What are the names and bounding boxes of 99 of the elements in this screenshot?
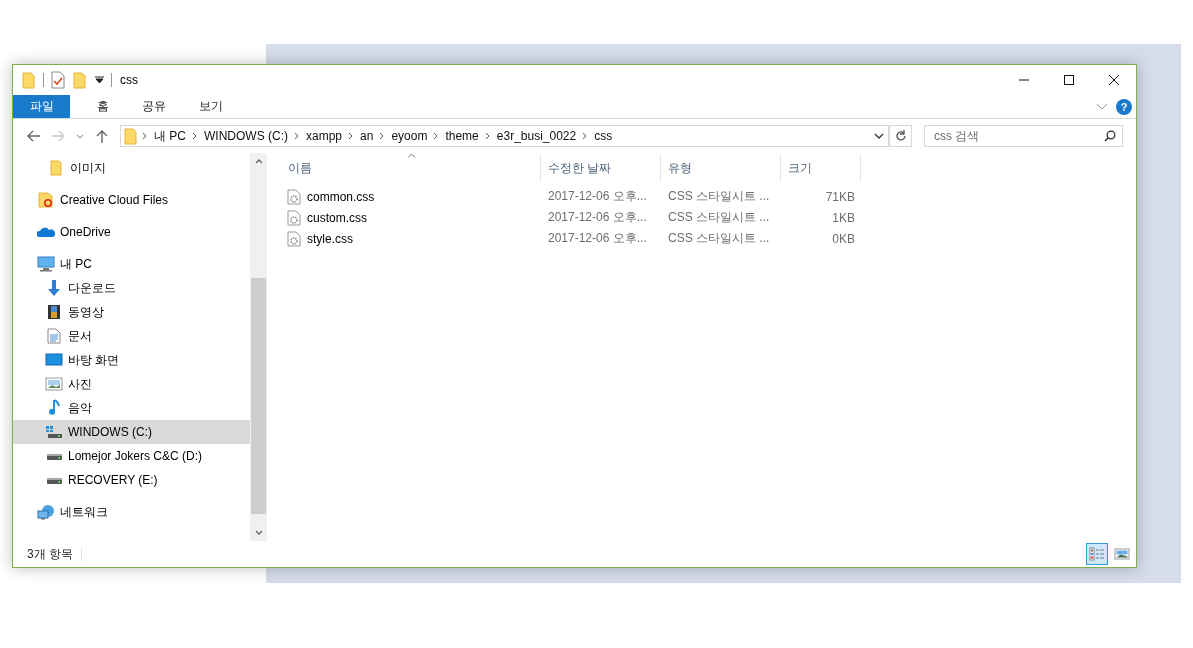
search-icon: [1104, 130, 1116, 142]
file-row[interactable]: common.css 2017-12-06 오후... CSS 스타일시트 ... 71KB: [281, 186, 1136, 207]
music-note-icon: [47, 399, 60, 417]
folder-icon: [22, 71, 36, 89]
document-icon: [46, 328, 61, 344]
file-row[interactable]: style.css 2017-12-06 오후... CSS 스타일시트 ... 0KB: [281, 228, 1136, 249]
table-cell-text: CSS 스타일시트 ...: [667, 209, 771, 226]
folder-icon: [124, 127, 138, 145]
table-cell-text: CSS 스타일시트 ...: [667, 188, 771, 205]
down-arrow-icon: [45, 279, 62, 297]
file-name: common.css: [307, 189, 375, 204]
breadcrumb-item[interactable]: xampp: [301, 129, 348, 143]
table-cell-text: 0KB: [831, 230, 856, 248]
breadcrumb-item[interactable]: theme: [440, 129, 484, 143]
dropdown-icon: [95, 76, 104, 84]
drive-icon: [44, 451, 63, 461]
close-icon: [1107, 74, 1120, 86]
refresh-icon: [894, 130, 907, 142]
table-cell-text: 71KB: [824, 188, 856, 206]
back-arrow-icon: [27, 130, 41, 142]
chevron-right-icon: [192, 132, 198, 140]
nav-item[interactable]: 다운로드: [13, 276, 250, 300]
nav-item[interactable]: 네트워크: [13, 500, 250, 524]
chevron-down-icon: [76, 133, 84, 139]
ribbon-tab[interactable]: 공유: [127, 95, 181, 118]
film-icon: [46, 304, 61, 320]
table-cell-text: 2017-12-06 오후...: [547, 188, 648, 205]
search-field[interactable]: css 검색: [924, 125, 1123, 147]
scrollbar-thumb[interactable]: [251, 278, 266, 514]
breadcrumb-item[interactable]: e3r_busi_0022: [491, 129, 582, 143]
file-name: style.css: [307, 231, 353, 246]
ribbon-tab[interactable]: 홈: [82, 95, 124, 118]
breadcrumb-item[interactable]: an: [355, 129, 379, 143]
table-cell-text: 2017-12-06 오후...: [547, 230, 648, 247]
large-icons-view-icon: [1114, 548, 1130, 560]
chevron-right-icon: [582, 132, 589, 140]
scroll-down-icon: [254, 530, 263, 535]
drive-icon: [44, 425, 63, 439]
picture-icon: [44, 377, 63, 391]
nav-item[interactable]: 음악: [13, 396, 250, 420]
window-title: css: [120, 73, 138, 87]
chevron-right-icon: [484, 132, 491, 140]
ribbon-tab[interactable]: 보기: [184, 95, 238, 118]
scroll-up-icon: [254, 159, 263, 164]
address-bar[interactable]: 내 PC WINDOWS (C:) xampp an eyoom theme e3r_busi_0022 css: [120, 125, 890, 147]
file-row[interactable]: custom.css 2017-12-06 오후... CSS 스타일시트 ... 1KB: [281, 207, 1136, 228]
chevron-right-icon: [294, 132, 300, 140]
nav-item[interactable]: 이미지: [13, 156, 250, 180]
checklist-icon: [51, 71, 65, 89]
nav-item[interactable]: RECOVERY (E:): [13, 468, 250, 492]
breadcrumb-item[interactable]: WINDOWS (C:): [199, 129, 293, 143]
column-header[interactable]: 이름: [281, 155, 541, 181]
nav-item[interactable]: Lomejor Jokers C&C (D:): [13, 444, 250, 468]
drive-icon: [44, 475, 63, 485]
chevron-right-icon: [142, 132, 148, 140]
chevron-right-icon: [379, 132, 386, 140]
up-arrow-icon: [96, 129, 108, 143]
breadcrumb-item[interactable]: eyoom: [386, 129, 433, 143]
chevron-right-icon: [348, 132, 355, 140]
scrollbar[interactable]: [250, 153, 267, 541]
help-button[interactable]: ?: [1116, 99, 1132, 115]
screen-icon: [44, 353, 63, 367]
nav-item[interactable]: 내 PC: [13, 252, 250, 276]
folder-icon: [37, 192, 54, 208]
chevron-down-icon: [873, 133, 884, 139]
forward-arrow-icon: [51, 130, 65, 142]
gear-file-icon: [287, 188, 301, 205]
file-tab[interactable]: 파일: [13, 95, 70, 118]
sort-caret-icon: [406, 153, 416, 158]
view-button[interactable]: [1086, 543, 1108, 565]
network-icon: [36, 504, 55, 520]
table-cell-text: CSS 스타일시트 ...: [667, 230, 771, 247]
cloud-icon: [36, 226, 55, 238]
details-view-icon: [1089, 547, 1105, 561]
folder-icon: [73, 71, 87, 89]
table-cell-text: 1KB: [831, 209, 856, 227]
nav-item[interactable]: WINDOWS (C:): [13, 420, 250, 444]
file-name: custom.css: [307, 210, 367, 225]
column-header[interactable]: 크기: [781, 155, 861, 181]
nav-item[interactable]: Creative Cloud Files: [13, 188, 250, 212]
gear-file-icon: [287, 209, 301, 226]
nav-item[interactable]: 사진: [13, 372, 250, 396]
item-count: 3개 항목: [27, 547, 82, 561]
gear-file-icon: [287, 230, 301, 247]
nav-item[interactable]: 문서: [13, 324, 250, 348]
nav-item[interactable]: OneDrive: [13, 220, 250, 244]
nav-item[interactable]: 동영상: [13, 300, 250, 324]
monitor-icon: [36, 256, 55, 272]
maximize-icon: [1062, 74, 1075, 86]
breadcrumb-item[interactable]: 내 PC: [149, 127, 191, 145]
nav-item[interactable]: 바탕 화면: [13, 348, 250, 372]
breadcrumb-item[interactable]: css: [589, 129, 618, 143]
column-header[interactable]: 유형: [661, 155, 781, 181]
table-cell-text: 2017-12-06 오후...: [547, 209, 648, 226]
column-header[interactable]: 수정한 날짜: [541, 155, 661, 181]
chevron-down-icon: [1096, 102, 1108, 111]
chevron-right-icon: [433, 132, 440, 140]
folder-icon: [49, 160, 62, 176]
refresh-button[interactable]: [890, 125, 912, 147]
